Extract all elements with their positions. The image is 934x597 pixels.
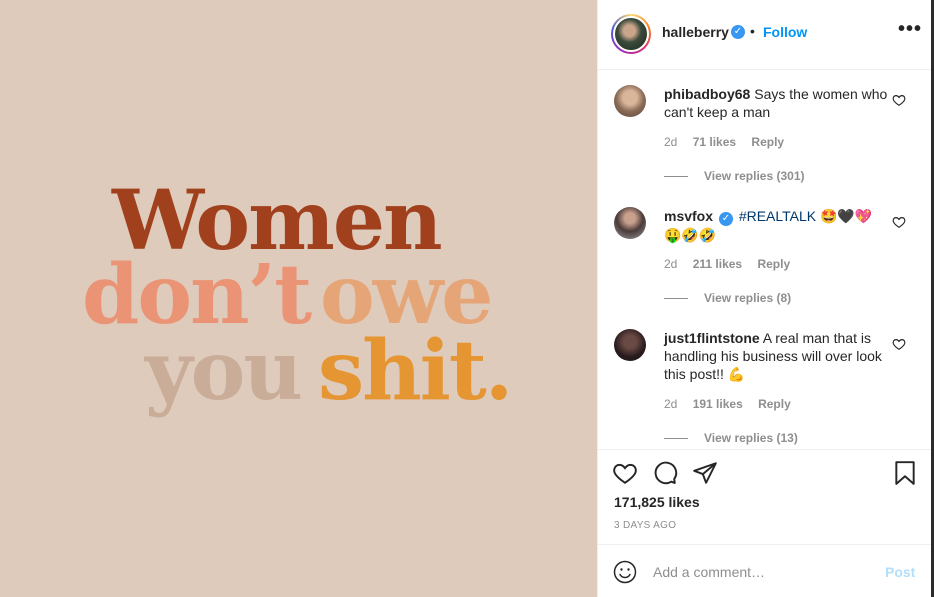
post-header: halleberry ✓ • Follow ••• <box>598 0 932 70</box>
view-replies-label: View replies (301) <box>704 169 805 183</box>
heart-icon[interactable] <box>612 460 638 486</box>
comment-text: just1flintstone A real man that is handl… <box>664 329 894 383</box>
comment-likes[interactable]: 211 likes <box>693 257 742 271</box>
comments-list[interactable]: phibadboy68 Says the women who can't kee… <box>598 71 932 449</box>
reply-button[interactable]: Reply <box>751 135 784 149</box>
reply-button[interactable]: Reply <box>757 257 790 271</box>
reply-button[interactable]: Reply <box>758 397 791 411</box>
add-comment-bar: Post <box>598 544 932 597</box>
bookmark-icon[interactable] <box>892 460 918 486</box>
quote-word-you: you <box>145 323 303 419</box>
replies-divider <box>664 176 688 178</box>
comment-icon[interactable] <box>652 460 678 486</box>
comment-text: phibadboy68 Says the women who can't kee… <box>664 85 894 121</box>
comment-meta: 2d 211 likes Reply <box>664 257 802 271</box>
comment-text: msvfox ✓ #REALTALK 🤩🖤💖 🤑🤣🤣 <box>664 207 894 244</box>
comment-hashtag[interactable]: #REALTALK <box>739 208 816 224</box>
comment-item: msvfox ✓ #REALTALK 🤩🖤💖 🤑🤣🤣 2d 211 likes … <box>598 193 932 313</box>
heart-icon[interactable] <box>892 337 906 351</box>
comment-username[interactable]: just1flintstone <box>664 330 760 346</box>
comment-username[interactable]: msvfox <box>664 208 713 224</box>
comment-meta: 2d 71 likes Reply <box>664 135 796 149</box>
likes-count[interactable]: 171,825 likes <box>614 494 700 510</box>
share-icon[interactable] <box>692 460 718 486</box>
avatar[interactable] <box>611 14 651 54</box>
verified-badge-icon: ✓ <box>731 25 745 39</box>
replies-divider <box>664 438 688 440</box>
post-image[interactable]: Women don’t owe you shit. <box>0 0 597 597</box>
view-replies-button[interactable]: View replies (301) <box>664 169 805 183</box>
comment-item: phibadboy68 Says the women who can't kee… <box>598 71 932 191</box>
view-replies-button[interactable]: View replies (8) <box>664 291 791 305</box>
view-replies-button[interactable]: View replies (13) <box>664 431 798 445</box>
verified-badge-icon: ✓ <box>718 212 733 226</box>
view-replies-label: View replies (8) <box>704 291 792 305</box>
post-sidebar: halleberry ✓ • Follow ••• phibadboy68 Sa… <box>597 0 934 597</box>
comment-item: just1flintstone A real man that is handl… <box>598 315 932 449</box>
comment-username[interactable]: phibadboy68 <box>664 86 750 102</box>
comment-age: 2d <box>664 135 678 149</box>
post-timestamp[interactable]: 3 DAYS AGO <box>614 520 676 531</box>
follow-button[interactable]: Follow <box>763 24 807 40</box>
comment-likes[interactable]: 191 likes <box>693 397 743 411</box>
more-options-icon[interactable]: ••• <box>898 18 922 41</box>
replies-divider <box>664 298 688 300</box>
comment-likes[interactable]: 71 likes <box>693 135 736 149</box>
emoji-icon[interactable] <box>613 560 637 584</box>
post-button[interactable]: Post <box>885 564 915 580</box>
heart-icon[interactable] <box>892 215 906 229</box>
quote-text: Women don’t owe you shit. <box>0 0 597 597</box>
heart-icon[interactable] <box>892 93 906 107</box>
comment-emojis: 🤑🤣🤣 <box>664 227 717 243</box>
header-separator: • <box>750 23 755 39</box>
comment-input[interactable] <box>653 561 873 583</box>
view-replies-label: View replies (13) <box>704 431 798 445</box>
comment-avatar[interactable] <box>614 207 646 239</box>
post-actions: 171,825 likes 3 DAYS AGO <box>598 449 932 544</box>
comment-age: 2d <box>664 397 678 411</box>
comment-emojis: 🤩🖤💖 <box>820 208 873 224</box>
header-username[interactable]: halleberry <box>662 24 729 40</box>
quote-word-shit: shit. <box>318 323 513 419</box>
comment-meta: 2d 191 likes Reply <box>664 397 803 411</box>
comment-age: 2d <box>664 257 678 271</box>
comment-avatar[interactable] <box>614 329 646 361</box>
comment-avatar[interactable] <box>614 85 646 117</box>
